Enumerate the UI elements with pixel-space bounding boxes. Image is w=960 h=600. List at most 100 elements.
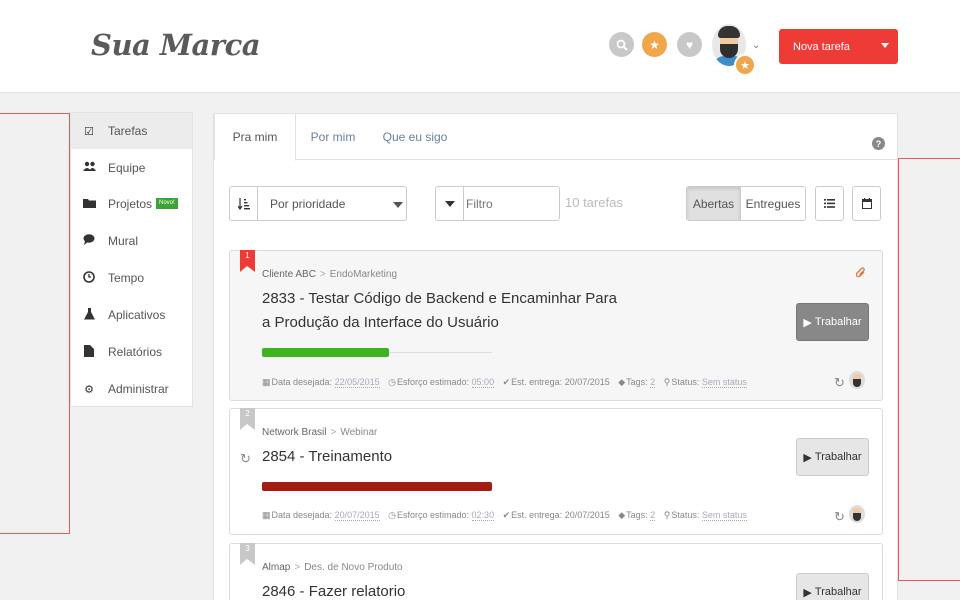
caret-down-icon <box>393 202 403 208</box>
due-date[interactable]: 22/05/2015 <box>334 377 380 388</box>
sidebar-item-administrar[interactable]: ⚙ Administrar <box>71 371 192 407</box>
search-icon[interactable] <box>609 32 634 57</box>
sidebar-item-label: Tarefas <box>108 124 148 138</box>
clock-icon <box>82 270 96 286</box>
task-meta: ▦Data desejada: 20/07/2015 ◷Esforço esti… <box>262 510 747 521</box>
sidebar-item-label: Mural <box>108 234 139 248</box>
sidebar-item-projetos[interactable]: Projetos Novo! <box>71 186 192 222</box>
flask-icon <box>82 307 96 323</box>
brand-logo[interactable]: Sua Marca <box>91 28 261 62</box>
right-ad-region <box>898 158 960 581</box>
task-title[interactable]: 2854 - Treinamento <box>262 445 622 469</box>
tab-que-eu-sigo[interactable]: Que eu sigo <box>379 114 451 160</box>
tabs-bar: Pra mim Por mim Que eu sigo ? <box>214 114 897 161</box>
task-breadcrumb: Almap > Des. de Novo Produto <box>262 562 403 573</box>
delivery-date: 20/07/2015 <box>564 510 610 520</box>
sidebar-item-mural[interactable]: Mural <box>71 223 192 259</box>
sort-select[interactable]: Por prioridade <box>229 186 407 221</box>
work-button[interactable]: ▶ Trabalhar <box>796 438 869 476</box>
task-status[interactable]: Sem status <box>701 510 747 521</box>
task-panel: Pra mim Por mim Que eu sigo ? Por priori… <box>213 113 898 600</box>
priority-ribbon: 3 <box>240 543 255 565</box>
document-icon <box>82 344 96 360</box>
task-card[interactable]: 3 Almap > Des. de Novo Produto 2846 - Faze… <box>229 543 883 600</box>
status-toggle: Abertas Entregues <box>686 186 806 221</box>
tag-icon: ◆ <box>618 510 626 520</box>
tags-count[interactable]: 2 <box>650 377 656 388</box>
gear-icon: ⚙ <box>84 383 94 396</box>
checkbox-icon: ☑ <box>84 125 94 138</box>
user-avatar[interactable]: ★ <box>712 24 756 76</box>
caret-down-icon <box>881 43 889 48</box>
work-button[interactable]: ▶ Trabalhar <box>796 303 869 341</box>
priority-ribbon: 1 <box>240 250 255 272</box>
top-header: Sua Marca ★ ♥ ★ ⌄ Nova tarefa <box>0 0 960 93</box>
delivered-tasks-button[interactable]: Entregues <box>741 187 805 220</box>
sidebar-item-equipe[interactable]: Equipe <box>71 150 192 186</box>
effort[interactable]: 02:30 <box>471 510 495 521</box>
sidebar-item-tarefas[interactable]: ☑ Tarefas <box>71 113 192 149</box>
clock-icon: ◷ <box>388 510 396 520</box>
star-icon[interactable]: ★ <box>642 32 667 57</box>
tags-count[interactable]: 2 <box>650 510 656 521</box>
task-title[interactable]: 2833 - Testar Código de Backend e Encami… <box>262 287 622 335</box>
chevron-down-icon[interactable]: ⌄ <box>752 40 760 51</box>
tab-pra-mim[interactable]: Pra mim <box>214 114 296 161</box>
sort-value: Por prioridade <box>270 197 346 211</box>
task-project[interactable]: Webinar <box>340 427 377 438</box>
effort[interactable]: 05:00 <box>471 377 495 388</box>
filter-input[interactable] <box>466 188 556 219</box>
sidebar-item-relatorios[interactable]: Relatórios <box>71 334 192 370</box>
task-breadcrumb: Cliente ABC > EndoMarketing <box>262 269 398 280</box>
list-icon <box>824 199 835 208</box>
task-progress <box>262 348 492 357</box>
task-card[interactable]: 1 Cliente ABC > EndoMarketing 2833 - Testa… <box>229 250 883 401</box>
users-icon <box>82 161 96 175</box>
tag-icon: ◆ <box>618 377 626 387</box>
new-badge: Novo! <box>156 198 178 209</box>
tab-por-mim[interactable]: Por mim <box>303 114 363 160</box>
due-date[interactable]: 20/07/2015 <box>334 510 380 521</box>
task-title[interactable]: 2846 - Fazer relatorio <box>262 580 622 600</box>
filter-icon <box>436 187 464 220</box>
new-task-button[interactable]: Nova tarefa <box>779 29 898 64</box>
assignee-avatar[interactable] <box>849 371 865 389</box>
assignee-avatar[interactable] <box>849 505 865 523</box>
list-view-button[interactable] <box>815 186 844 221</box>
task-card[interactable]: 2 Network Brasil > Webinar ↻ 2854 - Treina… <box>229 408 883 535</box>
task-client[interactable]: Network Brasil <box>262 427 326 438</box>
sidebar-item-label: Tempo <box>108 271 145 285</box>
help-icon[interactable]: ? <box>872 137 885 150</box>
sort-order-icon <box>230 187 258 220</box>
play-icon: ▶ <box>803 316 812 329</box>
task-progress <box>262 482 492 491</box>
paperclip-icon[interactable] <box>855 267 866 282</box>
heart-icon[interactable]: ♥ <box>677 32 702 57</box>
task-status[interactable]: Sem status <box>701 377 747 388</box>
left-ad-region <box>0 113 70 534</box>
status-icon: ⚲ <box>663 510 671 520</box>
new-task-label: Nova tarefa <box>793 40 850 53</box>
task-count: 10 tarefas <box>565 195 623 210</box>
task-project[interactable]: EndoMarketing <box>330 269 397 280</box>
delivery-date: 20/07/2015 <box>564 377 610 387</box>
filter-group <box>435 186 560 221</box>
check-icon: ✔ <box>502 510 511 520</box>
chat-icon <box>82 234 96 248</box>
check-icon: ✔ <box>502 377 511 387</box>
task-project[interactable]: Des. de Novo Produto <box>304 562 402 573</box>
calendar-icon: ▦ <box>262 510 271 520</box>
sidebar-item-label: Projetos <box>108 197 153 211</box>
task-client[interactable]: Almap <box>262 562 290 573</box>
sidebar-nav: ☑ Tarefas Equipe Projetos Novo! Mural Te… <box>70 112 193 407</box>
play-icon: ▶ <box>803 586 812 599</box>
recurring-icon: ↻ <box>834 375 845 390</box>
open-tasks-button[interactable]: Abertas <box>687 187 741 220</box>
recurring-icon: ↻ <box>834 509 845 524</box>
sidebar-item-aplicativos[interactable]: Aplicativos <box>71 297 192 333</box>
calendar-view-button[interactable] <box>852 186 881 221</box>
work-button[interactable]: ▶ Trabalhar <box>796 573 869 600</box>
sidebar-item-tempo[interactable]: Tempo <box>71 260 192 296</box>
task-meta: ▦Data desejada: 22/05/2015 ◷Esforço esti… <box>262 377 747 388</box>
task-client[interactable]: Cliente ABC <box>262 269 316 280</box>
